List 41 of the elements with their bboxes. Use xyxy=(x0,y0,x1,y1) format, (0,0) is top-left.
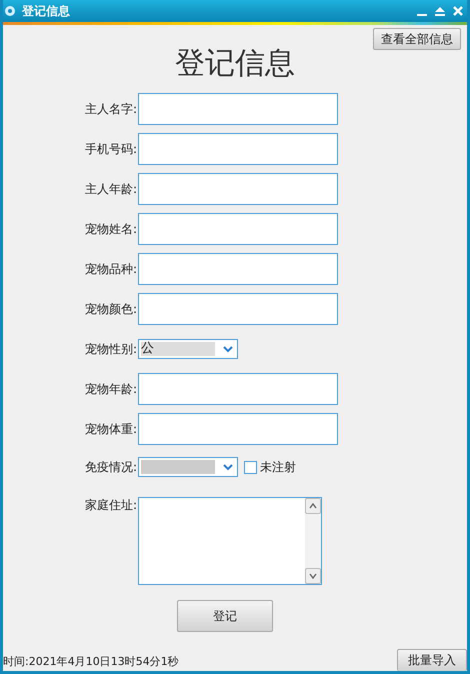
field-label: 主人年龄: xyxy=(84,180,138,198)
text-field[interactable] xyxy=(138,213,338,245)
gear-icon xyxy=(4,5,16,17)
caret-down-icon xyxy=(309,573,317,579)
caret-up-icon xyxy=(309,503,317,509)
field-label: 宠物体重: xyxy=(84,420,138,438)
text-field[interactable] xyxy=(138,373,338,405)
scrollbar[interactable] xyxy=(305,498,321,584)
text-field[interactable] xyxy=(138,133,338,165)
timestamp: 时间:2021年4月10日13时54分1秒 xyxy=(3,654,179,670)
text-field[interactable] xyxy=(138,93,338,125)
batch-import-button[interactable]: 批量导入 xyxy=(397,649,467,671)
field-label: 宠物姓名: xyxy=(84,220,138,238)
window-title: 登记信息 xyxy=(22,2,70,20)
dropdown-value: 公 xyxy=(141,342,215,356)
checkbox-label: 未注射 xyxy=(260,458,296,476)
field-label: 家庭住址: xyxy=(84,497,138,514)
text-field[interactable] xyxy=(138,413,338,445)
address-field[interactable] xyxy=(138,497,322,585)
chevron-down-icon xyxy=(223,463,233,471)
text-field[interactable] xyxy=(138,173,338,205)
view-all-button[interactable]: 查看全部信息 xyxy=(373,28,461,50)
scroll-down-button[interactable] xyxy=(305,568,321,584)
field-label: 免疫情况: xyxy=(84,458,138,476)
chevron-down-icon xyxy=(223,345,233,353)
field-label: 宠物年龄: xyxy=(84,380,138,398)
dropdown[interactable] xyxy=(138,457,238,477)
scroll-up-button[interactable] xyxy=(305,498,321,514)
text-field[interactable] xyxy=(138,293,338,325)
field-label: 主人名字: xyxy=(84,100,138,118)
field-label: 宠物性别: xyxy=(84,340,138,358)
text-field[interactable] xyxy=(138,253,338,285)
maximize-icon[interactable] xyxy=(434,5,446,17)
field-label: 宠物品种: xyxy=(84,260,138,278)
checkbox[interactable] xyxy=(244,460,257,474)
dropdown[interactable]: 公 xyxy=(138,339,238,359)
field-label: 宠物颜色: xyxy=(84,300,138,318)
close-icon[interactable] xyxy=(452,5,464,17)
form-heading: 登记信息 xyxy=(174,45,296,83)
register-button[interactable]: 登记 xyxy=(177,600,273,632)
field-label: 手机号码: xyxy=(84,140,138,158)
